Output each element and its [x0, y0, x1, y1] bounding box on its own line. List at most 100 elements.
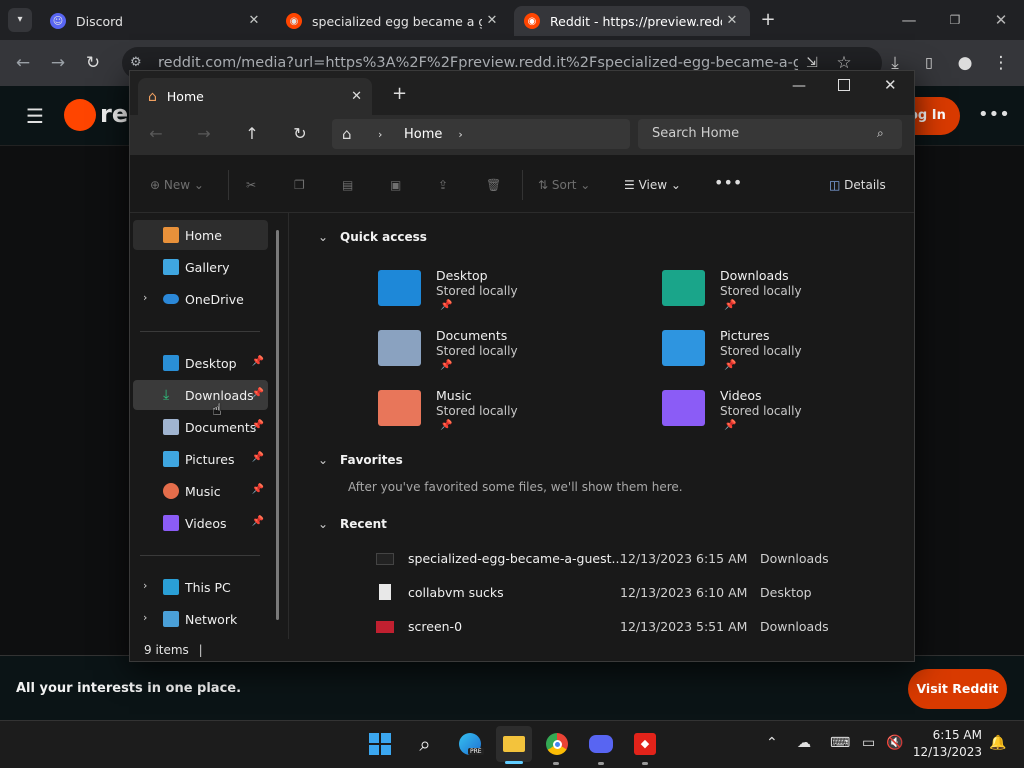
search-icon[interactable]: ⌕	[407, 726, 443, 762]
nav-scrollbar[interactable]	[276, 230, 279, 620]
explorer-search-input[interactable]: Search Home	[638, 119, 902, 149]
close-tab-icon[interactable]: ✕	[724, 13, 740, 29]
chevron-right-icon[interactable]: ›	[143, 579, 147, 592]
reddit-wordmark[interactable]: re	[100, 100, 128, 128]
explorer-minimize-button[interactable]: —	[792, 78, 806, 94]
sort-button[interactable]: ⇅ Sort ⌄	[538, 175, 590, 195]
music-folder-icon	[378, 390, 421, 426]
anydesk-icon[interactable]: ◆	[627, 726, 663, 762]
back-icon[interactable]: ←	[141, 119, 171, 149]
chevron-right-icon[interactable]: ›	[143, 611, 147, 624]
close-tab-icon[interactable]: ✕	[351, 89, 362, 104]
nav-item-videos[interactable]: Videos 📌	[133, 508, 268, 538]
table-row[interactable]: collabvm sucks 12/13/2023 6:10 AM Deskto…	[374, 578, 894, 608]
show-hidden-icons-icon[interactable]: ⌃	[766, 735, 778, 751]
new-tab-button[interactable]: +	[756, 8, 780, 32]
close-tab-icon[interactable]: ✕	[484, 13, 500, 29]
back-icon[interactable]: ←	[8, 48, 38, 78]
nav-item-music[interactable]: Music 📌	[133, 476, 268, 506]
quick-access-desktop[interactable]: Desktop Stored locally 📌	[378, 266, 618, 326]
running-app-indicator	[598, 762, 604, 765]
tab-reddit-media[interactable]: ◉ Reddit - https://preview.redd.it/ ✕	[514, 6, 750, 36]
close-window-button[interactable]: ✕	[978, 0, 1024, 40]
nav-item-gallery[interactable]: Gallery	[133, 252, 268, 282]
nav-item-desktop[interactable]: Desktop 📌	[133, 348, 268, 378]
nav-item-home[interactable]: Home	[133, 220, 268, 250]
new-button[interactable]: ⊕ New ⌄	[150, 175, 204, 195]
item-name: Documents	[436, 328, 508, 343]
table-row[interactable]: specialized-egg-became-a-guest... 12/13/…	[374, 544, 894, 574]
favorites-header[interactable]: ⌄ Favorites	[318, 453, 403, 467]
up-icon[interactable]: ↑	[237, 119, 267, 149]
display-icon[interactable]: ▭	[862, 735, 875, 751]
nav-item-documents[interactable]: Documents 📌	[133, 412, 268, 442]
breadcrumb-home[interactable]: Home	[404, 127, 442, 142]
discord-icon[interactable]	[583, 726, 619, 762]
url-text[interactable]: reddit.com/media?url=https%3A%2F%2Fprevi…	[158, 55, 798, 71]
start-button[interactable]	[362, 726, 398, 762]
quick-access-pictures[interactable]: Pictures Stored locally 📌	[662, 326, 902, 386]
more-options-icon[interactable]: •••	[714, 173, 742, 193]
quick-access-header[interactable]: ⌄ Quick access	[318, 230, 427, 244]
chevron-right-icon[interactable]: ›	[458, 128, 462, 141]
chevron-right-icon[interactable]: ›	[143, 291, 147, 304]
quick-access-downloads[interactable]: Downloads Stored locally 📌	[662, 266, 902, 326]
minimize-button[interactable]: —	[886, 0, 932, 40]
explorer-address-bar[interactable]: ⌂ › Home ›	[332, 119, 630, 149]
notification-bell-icon[interactable]: 🔔	[989, 735, 1006, 751]
forward-icon[interactable]: →	[189, 119, 219, 149]
nav-item-network[interactable]: › Network	[133, 604, 268, 634]
recent-header[interactable]: ⌄ Recent	[318, 517, 387, 531]
side-panel-icon[interactable]: ▯	[914, 48, 944, 78]
pin-icon: 📌	[724, 420, 737, 431]
rename-icon[interactable]: ▣	[390, 175, 401, 195]
nav-item-pictures[interactable]: Pictures 📌	[133, 444, 268, 474]
pin-icon: 📌	[440, 360, 453, 371]
explorer-close-button[interactable]: ✕	[884, 76, 897, 94]
site-info-icon[interactable]: ⚙	[130, 55, 142, 70]
profile-icon[interactable]: ●	[950, 48, 980, 78]
paste-icon[interactable]: ▤	[342, 175, 353, 195]
quick-access-videos[interactable]: Videos Stored locally 📌	[662, 386, 902, 446]
edge-icon[interactable]: PRE	[452, 726, 488, 762]
cut-icon[interactable]: ✂	[246, 175, 256, 195]
reload-icon[interactable]: ↻	[78, 48, 108, 78]
tab-discord[interactable]: ☺ Discord ✕	[40, 6, 272, 36]
new-explorer-tab-button[interactable]: +	[392, 83, 407, 104]
explorer-maximize-button[interactable]	[838, 79, 850, 91]
item-name: Pictures	[720, 328, 770, 343]
clock-date[interactable]: 12/13/2023	[910, 745, 982, 759]
reddit-logo-icon[interactable]	[64, 99, 96, 131]
share-icon[interactable]: ⇪	[438, 175, 448, 195]
quick-access-music[interactable]: Music Stored locally 📌	[378, 386, 618, 446]
restore-button[interactable]: ❐	[932, 0, 978, 40]
nav-item-thispc[interactable]: › This PC	[133, 572, 268, 602]
chrome-icon[interactable]	[539, 726, 575, 762]
file-explorer-icon[interactable]	[496, 726, 532, 762]
clock-time[interactable]: 6:15 AM	[918, 728, 982, 742]
tab-search-button[interactable]: ▾	[8, 8, 32, 32]
documents-folder-icon	[378, 330, 421, 366]
quick-access-documents[interactable]: Documents Stored locally 📌	[378, 326, 618, 386]
chrome-menu-icon[interactable]: ⋮	[986, 48, 1016, 78]
forward-icon[interactable]: →	[43, 48, 73, 78]
volume-muted-icon[interactable]: 🔇	[886, 735, 903, 751]
tab-reddit-post[interactable]: ◉ specialized egg became a gues ✕	[276, 6, 510, 36]
table-row[interactable]: screen-0 12/13/2023 5:51 AM Downloads	[374, 612, 894, 642]
visit-reddit-button[interactable]: Visit Reddit	[908, 669, 1007, 709]
item-name: Videos	[720, 388, 762, 403]
details-button[interactable]: ◫ Details	[829, 175, 886, 195]
more-options-icon[interactable]: •••	[978, 104, 1010, 125]
keyboard-icon[interactable]: ⌨	[830, 735, 850, 751]
view-button[interactable]: ☰ View ⌄	[624, 175, 681, 195]
explorer-tab-home[interactable]: ⌂ Home ✕	[138, 78, 372, 115]
hamburger-menu-icon[interactable]: ☰	[26, 104, 44, 128]
refresh-icon[interactable]: ↻	[285, 119, 315, 149]
nav-item-onedrive[interactable]: › OneDrive	[133, 284, 268, 314]
delete-icon[interactable]: 🗑	[486, 175, 501, 195]
chevron-right-icon: ›	[378, 127, 383, 141]
copy-icon[interactable]: ❐	[294, 175, 305, 195]
onedrive-offline-icon[interactable]: ☁	[797, 735, 811, 751]
nav-item-downloads[interactable]: ⤓ Downloads 📌	[133, 380, 268, 410]
close-tab-icon[interactable]: ✕	[246, 13, 262, 29]
